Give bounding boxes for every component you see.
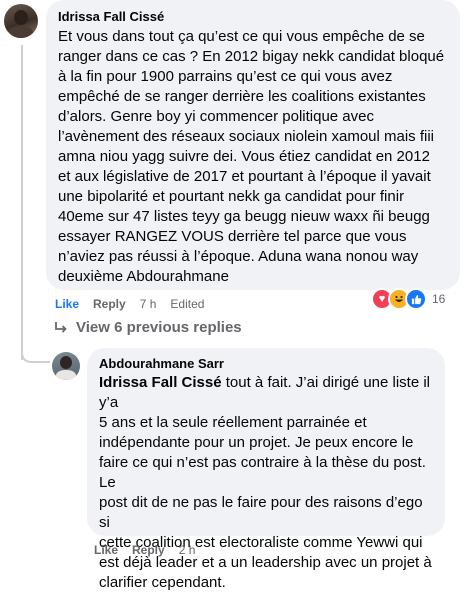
reply-mention[interactable]: Idrissa Fall Cissé: [99, 374, 222, 391]
reply-text: Idrissa Fall Cissé tout à fait. J’ai dir…: [99, 373, 433, 593]
thread-line-vertical: [21, 45, 23, 340]
reply-body: tout à fait. J’ai dirigé une liste il y’…: [99, 374, 432, 591]
comment-author[interactable]: Idrissa Fall Cissé: [58, 8, 448, 25]
reaction-summary[interactable]: ♥ 16: [371, 288, 445, 310]
like-button[interactable]: Like: [55, 297, 79, 311]
reply-actions: Like Reply 2 h: [94, 543, 209, 557]
reply-author[interactable]: Abdourahmane Sarr: [99, 355, 433, 372]
comment-bubble: Idrissa Fall Cissé Et vous dans tout ça …: [46, 0, 460, 290]
reply-author-avatar[interactable]: [52, 352, 80, 380]
reply-like-button[interactable]: Like: [94, 543, 118, 557]
view-replies-label[interactable]: View 6 previous replies: [76, 319, 242, 336]
like-reaction-icon: [405, 288, 427, 310]
reply-bubble: Abdourahmane Sarr Idrissa Fall Cissé tou…: [87, 348, 445, 591]
reply-button[interactable]: Reply: [93, 297, 126, 311]
comment-text: Et vous dans tout ça qu’est ce qui vous …: [58, 28, 445, 285]
comment-actions: Like Reply 7 h Edited: [55, 297, 218, 311]
commenter-avatar[interactable]: [4, 4, 38, 38]
reaction-count[interactable]: 16: [432, 292, 445, 306]
comment-time[interactable]: 7 h: [140, 297, 157, 311]
reply-connector: [21, 338, 50, 363]
edited-label[interactable]: Edited: [170, 297, 204, 311]
reply-reply-button[interactable]: Reply: [132, 543, 165, 557]
reply-arrow-icon: [54, 321, 68, 335]
reply-time[interactable]: 2 h: [179, 543, 196, 557]
view-previous-replies[interactable]: View 6 previous replies: [54, 319, 242, 336]
